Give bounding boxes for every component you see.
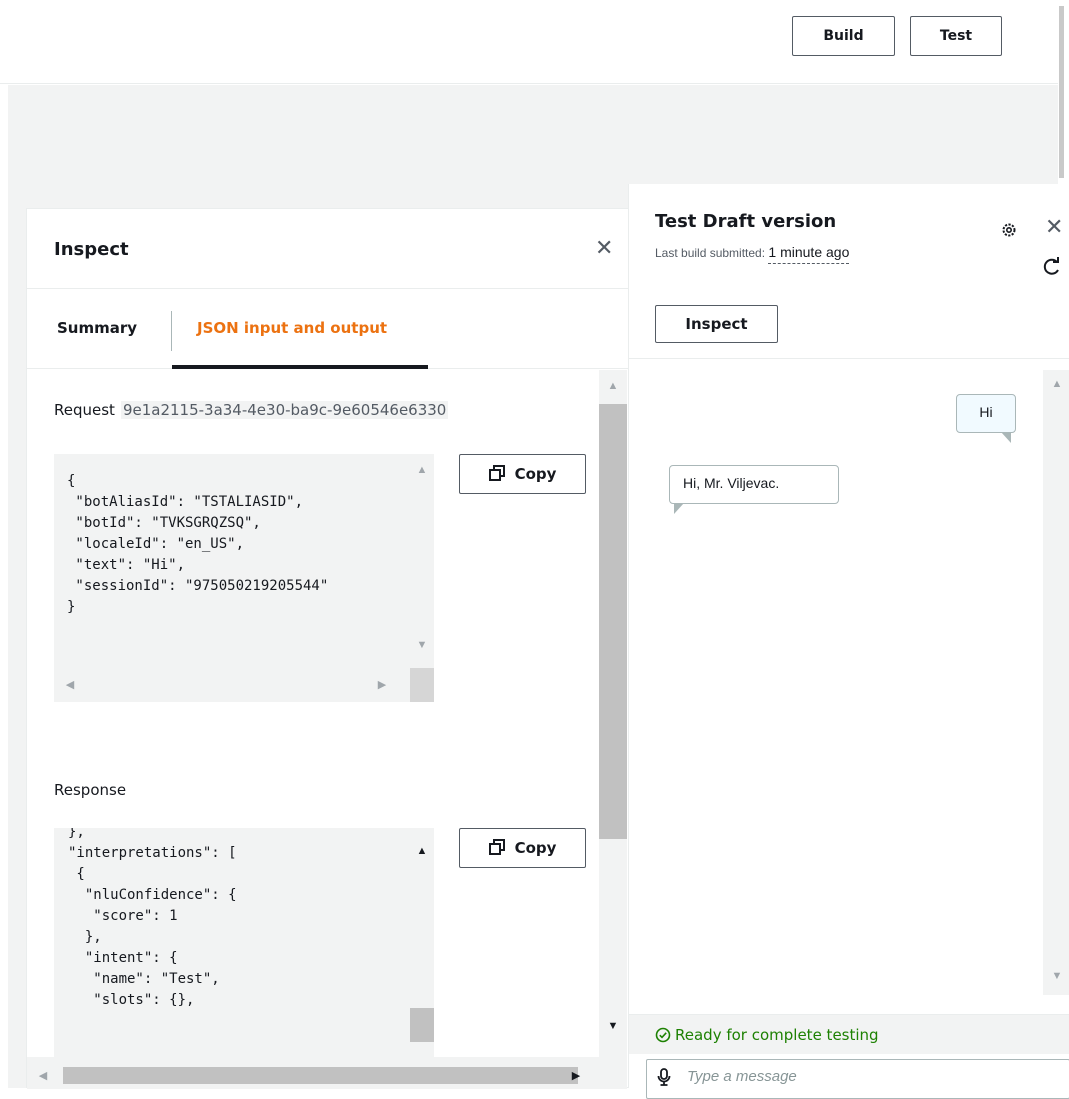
copy-icon	[488, 839, 505, 855]
last-build-info: Last build submitted: 1 minute ago	[655, 244, 850, 264]
request-label: Request 9e1a2115-3a34-4e30-ba9c-9e60546e6…	[54, 401, 449, 419]
bot-message: Hi, Mr. Viljevac.	[669, 465, 839, 514]
scroll-up-arrow-icon[interactable]: ▲	[410, 845, 434, 857]
user-message: Hi	[956, 394, 1016, 443]
microphone-icon[interactable]	[657, 1068, 671, 1086]
close-icon[interactable]: ✕	[1045, 215, 1063, 239]
inspect-panel: Inspect ✕ Summary JSON input and output …	[26, 208, 629, 1089]
inspect-button[interactable]: Inspect	[655, 305, 778, 343]
copy-label: Copy	[514, 839, 557, 857]
scroll-left-arrow-icon[interactable]: ◀	[31, 1070, 55, 1082]
scroll-up-arrow-icon[interactable]: ▲	[410, 464, 434, 476]
inspect-title: Inspect	[54, 239, 129, 260]
status-label: Ready for complete testing	[675, 1026, 879, 1044]
gear-icon[interactable]	[1001, 222, 1017, 238]
response-json: }, "interpretations": [ { "nluConfidence…	[68, 828, 237, 1008]
check-circle-icon	[655, 1027, 671, 1043]
inspect-body[interactable]: Request 9e1a2115-3a34-4e30-ba9c-9e60546e6…	[27, 370, 627, 1089]
response-json-vscroll[interactable]: ▲	[410, 828, 434, 1068]
scroll-down-arrow-icon[interactable]: ▼	[1045, 970, 1069, 982]
test-title: Test Draft version	[655, 211, 837, 232]
test-button[interactable]: Test	[910, 16, 1002, 56]
copy-request-button[interactable]: Copy	[459, 454, 586, 494]
inspect-tabs: Summary JSON input and output	[27, 289, 628, 369]
scroll-down-arrow-icon[interactable]: ▼	[601, 1020, 625, 1032]
close-icon[interactable]: ✕	[595, 236, 613, 260]
tab-json-input-output[interactable]: JSON input and output	[197, 319, 387, 337]
status-bar: Ready for complete testing	[629, 1014, 1069, 1054]
status-text: Ready for complete testing	[655, 1026, 879, 1044]
test-panel: Test Draft version Last build submitted:…	[628, 184, 1069, 1099]
page-scrollbar-thumb[interactable]	[1059, 6, 1064, 178]
request-heading: Request	[54, 401, 115, 419]
inspect-hscroll[interactable]: ◀ ▶	[27, 1057, 627, 1089]
scroll-left-arrow-icon[interactable]: ◀	[58, 679, 82, 691]
message-input-box[interactable]	[646, 1059, 1069, 1099]
scroll-up-arrow-icon[interactable]: ▲	[1045, 378, 1069, 390]
message-input[interactable]	[687, 1064, 1067, 1088]
copy-label: Copy	[514, 465, 557, 483]
active-tab-indicator	[172, 365, 428, 369]
request-id: 9e1a2115-3a34-4e30-ba9c-9e60546e6330	[120, 401, 449, 419]
request-json-hscroll[interactable]: ◀ ▶	[54, 668, 410, 702]
request-json: { "botAliasId": "TSTALIASID", "botId": "…	[67, 473, 329, 615]
build-button[interactable]: Build	[792, 16, 895, 56]
inspect-header: Inspect ✕	[27, 209, 628, 289]
copy-icon	[488, 465, 505, 481]
tab-summary[interactable]: Summary	[57, 319, 137, 337]
inspect-vscroll-thumb[interactable]	[599, 404, 627, 839]
chat-history[interactable]: Hi Hi, Mr. Viljevac. ▲ ▼	[629, 359, 1069, 1015]
response-label: Response	[54, 781, 127, 799]
scroll-up-arrow-icon[interactable]: ▲	[601, 380, 625, 392]
inspect-hscroll-thumb[interactable]	[63, 1067, 578, 1084]
scroll-down-arrow-icon[interactable]: ▼	[410, 639, 434, 651]
chat-vscroll[interactable]: ▲ ▼	[1043, 370, 1069, 995]
last-build-prefix: Last build submitted:	[655, 246, 769, 260]
tab-divider	[171, 311, 172, 351]
scroll-right-arrow-icon[interactable]: ▶	[370, 679, 394, 691]
scroll-thumb[interactable]	[410, 1008, 434, 1042]
response-json-box[interactable]: }, "interpretations": [ { "nluConfidence…	[54, 828, 434, 1068]
request-json-box[interactable]: { "botAliasId": "TSTALIASID", "botId": "…	[54, 454, 434, 702]
copy-response-button[interactable]: Copy	[459, 828, 586, 868]
top-bar: Build Test	[0, 0, 1058, 84]
scroll-corner	[410, 668, 434, 702]
refresh-icon[interactable]	[1042, 256, 1062, 278]
scroll-right-arrow-icon[interactable]: ▶	[564, 1070, 588, 1082]
last-build-time[interactable]: 1 minute ago	[768, 244, 850, 264]
request-json-vscroll[interactable]: ▲ ▼	[410, 454, 434, 668]
inspect-vscroll[interactable]: ▲ ▼	[599, 370, 627, 1057]
